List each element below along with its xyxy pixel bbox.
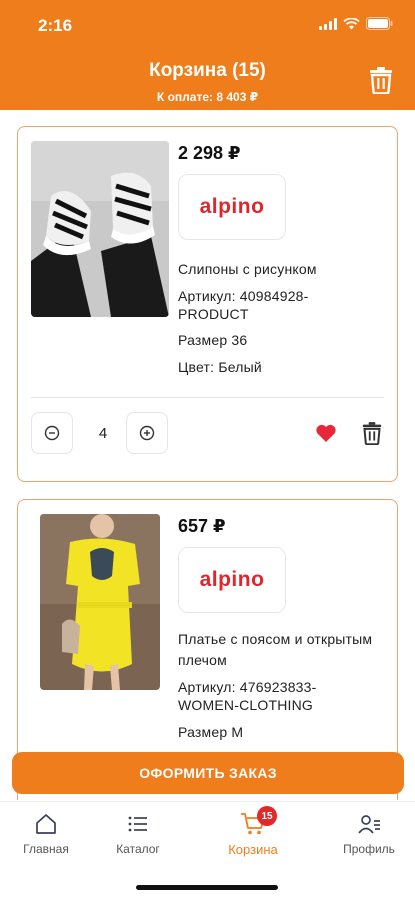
tab-cart[interactable]: 15 Корзина (208, 806, 298, 857)
clear-cart-trash-icon[interactable] (369, 66, 393, 94)
total-to-pay: К оплате: 8 403 ₽ (156, 90, 259, 104)
page-title: Корзина (15) (149, 60, 266, 81)
list-icon (128, 816, 147, 832)
product-article-cont: WOMEN-CLOTHING (178, 697, 314, 713)
home-icon (36, 814, 56, 834)
home-indicator (136, 885, 278, 890)
product-color: Цвет: Белый (178, 359, 262, 375)
product-name-cont: плечом (178, 652, 227, 668)
brand-name: alpino (199, 195, 265, 218)
tab-profile[interactable]: Профиль (324, 812, 414, 856)
product-photo-dress[interactable] (40, 514, 160, 690)
tab-home[interactable]: Главная (1, 812, 91, 856)
tab-bar: Главная Каталог 15 Корзина Профиль (0, 801, 415, 900)
product-article: Артикул: 40984928- (178, 288, 309, 304)
status-icons (319, 17, 393, 30)
brand-logo[interactable]: alpino (178, 174, 286, 240)
heart-icon[interactable] (315, 423, 337, 443)
tab-label: Профиль (343, 842, 395, 856)
header: 2:16 Корзина (15) К оплате: 8 403 ₽ (0, 0, 415, 110)
status-bar: 2:16 (0, 0, 415, 50)
profile-icon (358, 815, 380, 834)
increase-quantity-button[interactable] (126, 412, 168, 454)
product-size: Размер 36 (178, 332, 248, 348)
decrease-quantity-button[interactable] (31, 412, 73, 454)
cart-badge: 15 (257, 806, 277, 826)
product-price: 2 298 ₽ (178, 143, 241, 163)
checkout-button[interactable]: ОФОРМИТЬ ЗАКАЗ (12, 752, 404, 794)
battery-icon (366, 17, 393, 30)
product-size: Размер M (178, 724, 244, 740)
quantity-value: 4 (98, 425, 108, 442)
divider (31, 397, 384, 398)
product-name: Слипоны с рисунком (178, 261, 317, 277)
product-price: 657 ₽ (178, 516, 226, 536)
tab-label: Каталог (116, 842, 160, 856)
brand-name: alpino (199, 568, 265, 591)
wifi-icon (343, 17, 360, 29)
cart-list[interactable]: 2 298 ₽ alpino Слипоны с рисунком Артику… (0, 110, 415, 800)
plus-circle-icon (139, 425, 155, 441)
brand-logo[interactable]: alpino (178, 547, 286, 613)
product-article-cont: PRODUCT (178, 306, 249, 322)
signal-icon (319, 17, 337, 30)
tab-catalog[interactable]: Каталог (93, 812, 183, 856)
tab-label: Корзина (228, 842, 278, 857)
product-article: Артикул: 476923833- (178, 679, 317, 695)
tab-label: Главная (23, 842, 69, 856)
status-time: 2:16 (38, 16, 73, 35)
product-photo-sneakers[interactable] (31, 141, 169, 317)
cart-item: 2 298 ₽ alpino Слипоны с рисунком Артику… (17, 126, 398, 482)
minus-circle-icon (44, 425, 60, 441)
product-name: Платье с поясом и открытым (178, 631, 373, 647)
trash-icon[interactable] (362, 421, 382, 445)
